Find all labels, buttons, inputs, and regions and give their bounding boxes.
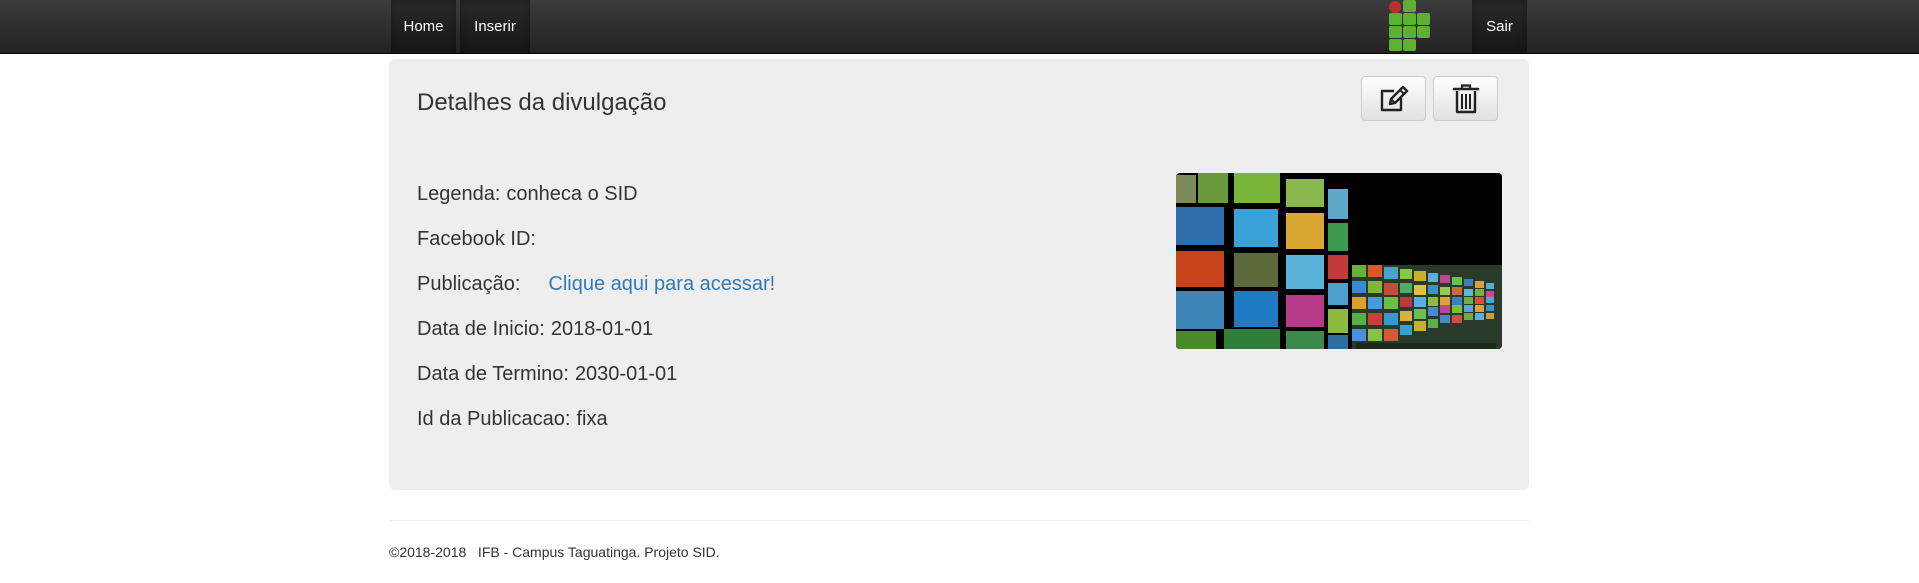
- edit-button[interactable]: [1361, 76, 1426, 121]
- termino-value: 2030-01-01: [574, 363, 678, 385]
- publication-image: [1176, 173, 1502, 349]
- page-title: Detalhes da divulgação: [417, 89, 667, 116]
- top-navbar: Home Inserir Sair: [0, 0, 1919, 54]
- legenda-label: Legenda:: [417, 183, 501, 205]
- facebook-id-label: Facebook ID:: [417, 228, 536, 250]
- publicacao-row: Publicação: Clique aqui para acessar!: [417, 273, 775, 296]
- edit-icon: [1380, 85, 1408, 111]
- footer-divider: [389, 520, 1529, 521]
- legenda-value: conheca o SID: [506, 183, 638, 205]
- footer-text: ©2018-2018 IFB - Campus Taguatinga. Proj…: [389, 544, 720, 560]
- trash-icon: [1452, 83, 1479, 113]
- inicio-value: 2018-01-01: [550, 318, 654, 340]
- publication-id-label: Id da Publicacao:: [417, 408, 571, 430]
- publicacao-link[interactable]: Clique aqui para acessar!: [548, 273, 775, 295]
- ifb-logo: [1388, 0, 1434, 53]
- inicio-row: Data de Inicio: 2018-01-01: [417, 318, 653, 341]
- legenda-row: Legenda: conheca o SID: [417, 183, 638, 206]
- nav-exit-link[interactable]: Sair: [1472, 0, 1527, 53]
- publication-id-row: Id da Publicacao: fixa: [417, 408, 608, 431]
- termino-row: Data de Termino: 2030-01-01: [417, 363, 677, 386]
- publication-id-value: fixa: [576, 408, 608, 430]
- details-panel: Detalhes da divulgação Legenda: conheca o…: [389, 59, 1529, 490]
- nav-insert-link[interactable]: Inserir: [460, 0, 530, 53]
- publicacao-label: Publicação:: [417, 273, 521, 295]
- screens-wall-image: [1176, 173, 1502, 349]
- termino-label: Data de Termino:: [417, 363, 569, 385]
- inicio-label: Data de Inicio:: [417, 318, 545, 340]
- facebook-id-row: Facebook ID:: [417, 228, 542, 251]
- delete-button[interactable]: [1433, 76, 1498, 121]
- nav-home-link[interactable]: Home: [391, 0, 456, 53]
